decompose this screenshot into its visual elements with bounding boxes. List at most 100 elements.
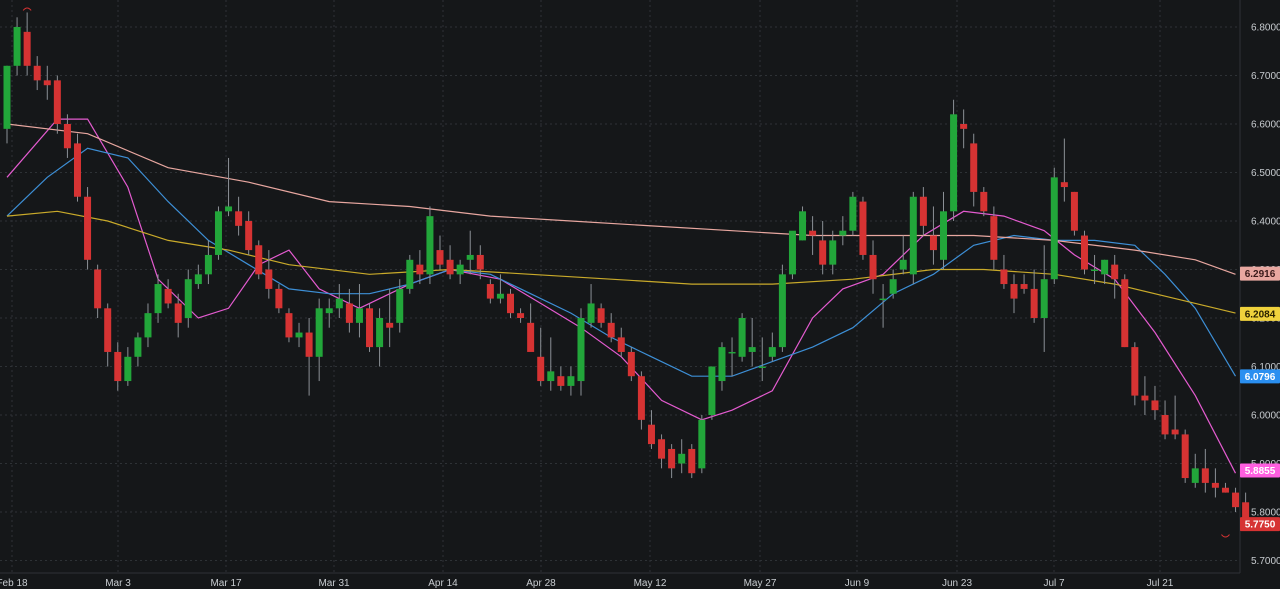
candle-body-up [577, 318, 585, 382]
candle-body-down [275, 288, 283, 309]
candle[interactable] [799, 206, 807, 241]
candle[interactable] [366, 303, 374, 352]
candle-body-up [376, 318, 384, 348]
candle-body-down [1131, 347, 1139, 396]
candle-body-down [73, 143, 81, 197]
candle-body-down [436, 250, 444, 265]
candle[interactable] [214, 206, 222, 260]
candle-body-down [1020, 284, 1028, 289]
candle-body-down [386, 322, 394, 328]
candle-body-down [1121, 279, 1129, 348]
candle-body-up [950, 114, 958, 212]
last-price-tag-label: 5.7750 [1245, 520, 1276, 531]
candle[interactable] [73, 133, 81, 202]
candle-body-down [1161, 415, 1169, 435]
candle-body-down [527, 322, 535, 352]
candle[interactable] [788, 230, 796, 280]
ma-50-tag-label: 6.0796 [1245, 372, 1276, 383]
candle-body-up [315, 308, 323, 357]
candle-body-up [295, 332, 303, 338]
x-tick-label: Apr 28 [526, 578, 556, 589]
candle-body-down [980, 191, 988, 212]
candle-body-down [557, 376, 565, 386]
candle[interactable] [778, 264, 786, 352]
candle[interactable] [950, 99, 958, 221]
candle[interactable] [627, 347, 635, 382]
x-tick-label: Mar 31 [318, 578, 350, 589]
x-tick-label: Apr 14 [428, 578, 458, 589]
candle-body-up [456, 264, 464, 275]
candle[interactable] [909, 191, 917, 285]
candle-body-down [1000, 269, 1008, 285]
candle[interactable] [285, 308, 293, 343]
candle[interactable] [1181, 429, 1189, 483]
candle-body-down [285, 313, 293, 338]
candle-body-down [84, 196, 92, 260]
candle[interactable] [1121, 274, 1129, 348]
candle[interactable] [406, 254, 414, 294]
candle-body-down [94, 269, 102, 309]
candle-body-up [718, 347, 726, 382]
candle[interactable] [688, 444, 696, 479]
candle-body-down [859, 201, 867, 255]
candle-body-up [1091, 269, 1099, 271]
candle-body-down [919, 196, 927, 226]
candle-body-up [829, 240, 837, 265]
candle-body-down [637, 376, 645, 420]
candle-body-up [13, 27, 21, 66]
candle-body-down [688, 448, 696, 474]
y-tick-label: 6.0000 [1251, 411, 1280, 422]
candle-body-up [134, 337, 142, 357]
candle-body-up [879, 298, 887, 301]
y-tick-label: 5.7000 [1251, 556, 1280, 567]
candle[interactable] [738, 313, 746, 362]
candle-body-down [33, 65, 41, 81]
candle-body-up [1040, 279, 1048, 318]
ma-100-tag-label: 6.2084 [1245, 309, 1276, 320]
candle-body-down [658, 439, 666, 459]
candle-body-up [738, 318, 746, 357]
candle[interactable] [1080, 230, 1088, 275]
candle-body-up [567, 376, 575, 386]
candle[interactable] [84, 187, 92, 270]
candle-body-down [607, 322, 615, 338]
candle-body-up [325, 308, 333, 314]
candle-body-up [547, 371, 555, 382]
candle-body-up [849, 196, 857, 231]
y-tick-label: 6.6000 [1251, 120, 1280, 131]
candle-body-up [839, 230, 847, 236]
x-tick-label: May 12 [634, 578, 667, 589]
candle[interactable] [255, 240, 263, 280]
candle-body-down [114, 351, 122, 382]
candle-body-down [970, 143, 978, 192]
candle[interactable] [849, 191, 857, 236]
candle-body-up [698, 419, 706, 469]
candle-body-up [355, 308, 363, 323]
candle-body-up [758, 366, 766, 368]
candle-body-up [406, 259, 414, 289]
candle[interactable] [698, 415, 706, 474]
candle[interactable] [1070, 191, 1078, 236]
candle-body-up [708, 366, 716, 415]
candle[interactable] [708, 366, 716, 420]
candle-body-down [668, 448, 676, 469]
ma-200-tag-label: 6.2916 [1245, 269, 1276, 280]
candle-body-down [1030, 288, 1038, 318]
candle[interactable] [859, 196, 867, 260]
candle-body-down [366, 308, 374, 348]
candle-body-down [990, 216, 998, 260]
chart-background [0, 0, 1280, 589]
candle-body-down [1060, 182, 1068, 188]
candle[interactable] [1050, 167, 1058, 285]
candle-body-down [819, 240, 827, 265]
price-chart[interactable]: 6.80006.70006.60006.50006.40006.30006.20… [0, 0, 1280, 589]
candle-body-up [204, 254, 212, 275]
x-tick-label: Jul 21 [1147, 578, 1174, 589]
candle-body-up [1101, 259, 1109, 275]
candle[interactable] [426, 206, 434, 285]
candle-body-down [446, 259, 454, 275]
candle-body-up [124, 356, 132, 382]
candle-body-down [245, 221, 253, 251]
y-tick-label: 6.4000 [1251, 217, 1280, 228]
candle-body-down [1201, 468, 1209, 483]
